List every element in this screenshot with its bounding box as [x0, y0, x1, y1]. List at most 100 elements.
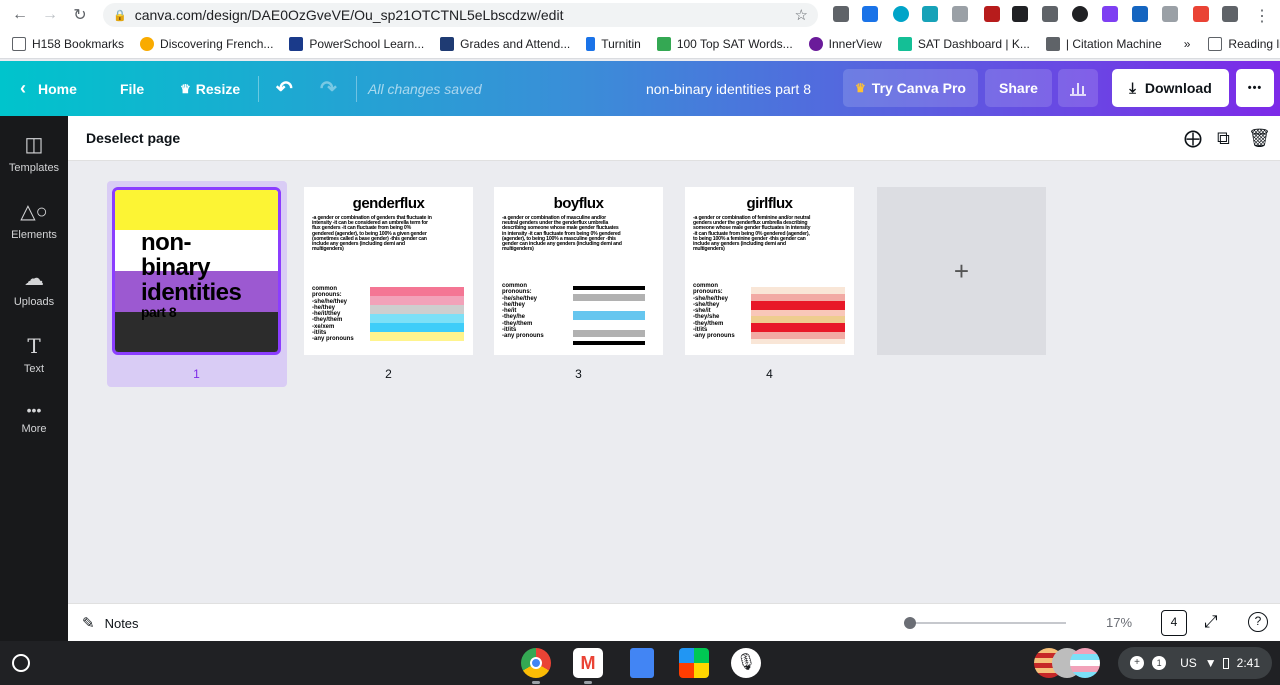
bookmark-favicon-icon [140, 37, 155, 51]
home-label: Home [38, 80, 77, 97]
deselect-page-button[interactable]: Deselect page [86, 130, 180, 146]
play-store-icon[interactable] [679, 648, 709, 678]
bookmark-item[interactable]: 100 Top SAT Words... [656, 37, 793, 51]
page-description: -a gender or combination of feminine and… [693, 215, 811, 253]
page-thumbnail-2[interactable]: genderflux -a gender or combination of g… [304, 187, 473, 355]
add-page-tile[interactable]: + [877, 187, 1046, 355]
download-icon: ⤓ [1129, 79, 1136, 97]
undo-button[interactable]: ↶ [276, 61, 293, 116]
reload-icon[interactable]: ↻ [65, 5, 95, 25]
extension-cloud-icon[interactable] [922, 6, 938, 22]
bookmark-item[interactable]: SAT Dashboard | K... [897, 37, 1030, 51]
flag-stripe [573, 301, 645, 311]
genderflux-flag [370, 287, 464, 341]
duplicate-page-icon[interactable]: ⧉ [1217, 128, 1230, 149]
sidebar-item-label: More [21, 423, 47, 435]
file-menu[interactable]: File [120, 61, 144, 116]
page-number: 3 [575, 367, 582, 381]
extension-pin-icon[interactable] [1132, 6, 1148, 22]
browser-menu-icon[interactable]: ⋮ [1247, 6, 1277, 26]
add-page-icon[interactable]: ⨁ [1184, 128, 1202, 149]
status-tray[interactable]: + 1 US ▼ 2:41 [1118, 647, 1272, 679]
help-icon: ? [1254, 614, 1262, 628]
undo-icon: ↶ [276, 78, 293, 100]
extension-circle-icon[interactable] [1072, 6, 1088, 22]
bookmark-item[interactable]: Grades and Attend... [440, 37, 570, 51]
design-title[interactable]: non-binary identities part 8 [646, 61, 811, 116]
bookmark-item[interactable]: Discovering French... [140, 37, 273, 51]
extension-grid-icon[interactable] [1162, 6, 1178, 22]
back-icon[interactable]: ← [5, 6, 35, 24]
bookmark-item[interactable]: | Citation Machine [1045, 37, 1162, 51]
bookmark-item[interactable]: InnerView [808, 37, 882, 51]
resize-button[interactable]: ♛ Resize [180, 61, 240, 116]
bookmark-favicon-icon [656, 37, 671, 51]
reading-list[interactable]: Reading list [1208, 37, 1280, 51]
active-app-indicator [532, 681, 540, 684]
elements-icon: △○ [20, 201, 48, 223]
page-thumbnail-3[interactable]: boyflux -a gender or combination of masc… [494, 187, 663, 355]
sidebar-item-templates[interactable]: ◫ Templates [0, 132, 68, 174]
page-count-button[interactable]: 4 [1161, 610, 1187, 636]
sidebar-item-elements[interactable]: △○ Elements [0, 199, 68, 241]
sidebar-item-label: Uploads [13, 296, 55, 308]
gmail-icon[interactable]: M [573, 648, 603, 678]
flag-stripe [573, 320, 645, 330]
extension-badge-icon[interactable] [1193, 6, 1209, 22]
forward-icon[interactable]: → [35, 6, 65, 24]
extension-r-icon[interactable] [833, 6, 849, 22]
redo-button[interactable]: ↷ [320, 61, 337, 116]
help-button[interactable]: ? [1248, 612, 1268, 632]
launcher-button[interactable] [12, 654, 30, 672]
active-app-indicator [584, 681, 592, 684]
page-title: girlflux [746, 195, 793, 212]
extension-house-icon[interactable] [1012, 6, 1028, 22]
extension-download-icon[interactable] [862, 6, 878, 22]
extension-square-icon[interactable] [1042, 6, 1058, 22]
zoom-slider[interactable] [904, 617, 1066, 629]
google-docs-icon[interactable] [630, 648, 654, 678]
flag-stripe [751, 339, 845, 344]
page-number: 2 [385, 367, 392, 381]
page-thumbnail-4[interactable]: girlflux -a gender or combination of fem… [685, 187, 854, 355]
bookmark-item[interactable]: Turnitin [586, 37, 641, 51]
address-bar[interactable]: 🔒 canva.com/design/DAE0OzGveVE/Ou_sp21OT… [103, 3, 818, 27]
bookmark-label: SAT Dashboard | K... [917, 37, 1030, 51]
sidebar-item-uploads[interactable]: ☁ Uploads [0, 266, 68, 308]
download-button[interactable]: ⤓ Download [1112, 69, 1229, 107]
zoom-slider-thumb[interactable] [904, 617, 916, 629]
more-bookmarks[interactable]: » [1184, 37, 1191, 51]
flag-stripe [370, 332, 464, 341]
extensions-puzzle-icon[interactable] [1222, 6, 1238, 22]
zoom-level[interactable]: 17% [1106, 615, 1132, 630]
trash-icon[interactable]: 🗑 [1248, 128, 1271, 149]
folder-icon [12, 37, 26, 51]
download-label: Download [1144, 80, 1212, 96]
voice-recorder-icon[interactable]: 🎙 [731, 648, 761, 678]
extension-puzzle-purple-icon[interactable] [1102, 6, 1118, 22]
extension-copy-icon[interactable] [952, 6, 968, 22]
lock-icon: 🔒 [113, 9, 127, 22]
notes-button[interactable]: ✎ Notes [82, 614, 139, 632]
extension-shield-icon[interactable] [984, 6, 1000, 22]
bookmark-star-icon[interactable]: ☆ [795, 6, 808, 24]
fullscreen-icon[interactable]: ⤢ [1204, 612, 1218, 632]
insights-button[interactable] [1058, 69, 1098, 107]
bookmark-favicon-icon [586, 37, 596, 51]
bookmark-item[interactable]: H158 Bookmarks [12, 37, 124, 51]
more-options-button[interactable]: ••• [1236, 69, 1274, 107]
flag-stripe [370, 323, 464, 332]
sidebar-item-text[interactable]: T Text [0, 334, 68, 375]
chrome-icon[interactable] [521, 648, 551, 678]
home-button[interactable]: ‹ Home [20, 61, 77, 116]
avatar[interactable] [1070, 648, 1100, 678]
page-description: -a gender or combination of genders that… [312, 215, 432, 253]
share-button[interactable]: Share [985, 69, 1052, 107]
try-pro-button[interactable]: ♛ Try Canva Pro [843, 69, 978, 107]
flag-stripe [573, 341, 645, 345]
bookmark-item[interactable]: PowerSchool Learn... [289, 37, 424, 51]
sidebar-item-more[interactable]: ••• More [0, 402, 68, 435]
page-thumbnail-1[interactable]: non- binary identities part 8 [112, 187, 281, 355]
cover-subtitle: part 8 [141, 304, 177, 320]
extension-globe-icon[interactable] [893, 6, 909, 22]
